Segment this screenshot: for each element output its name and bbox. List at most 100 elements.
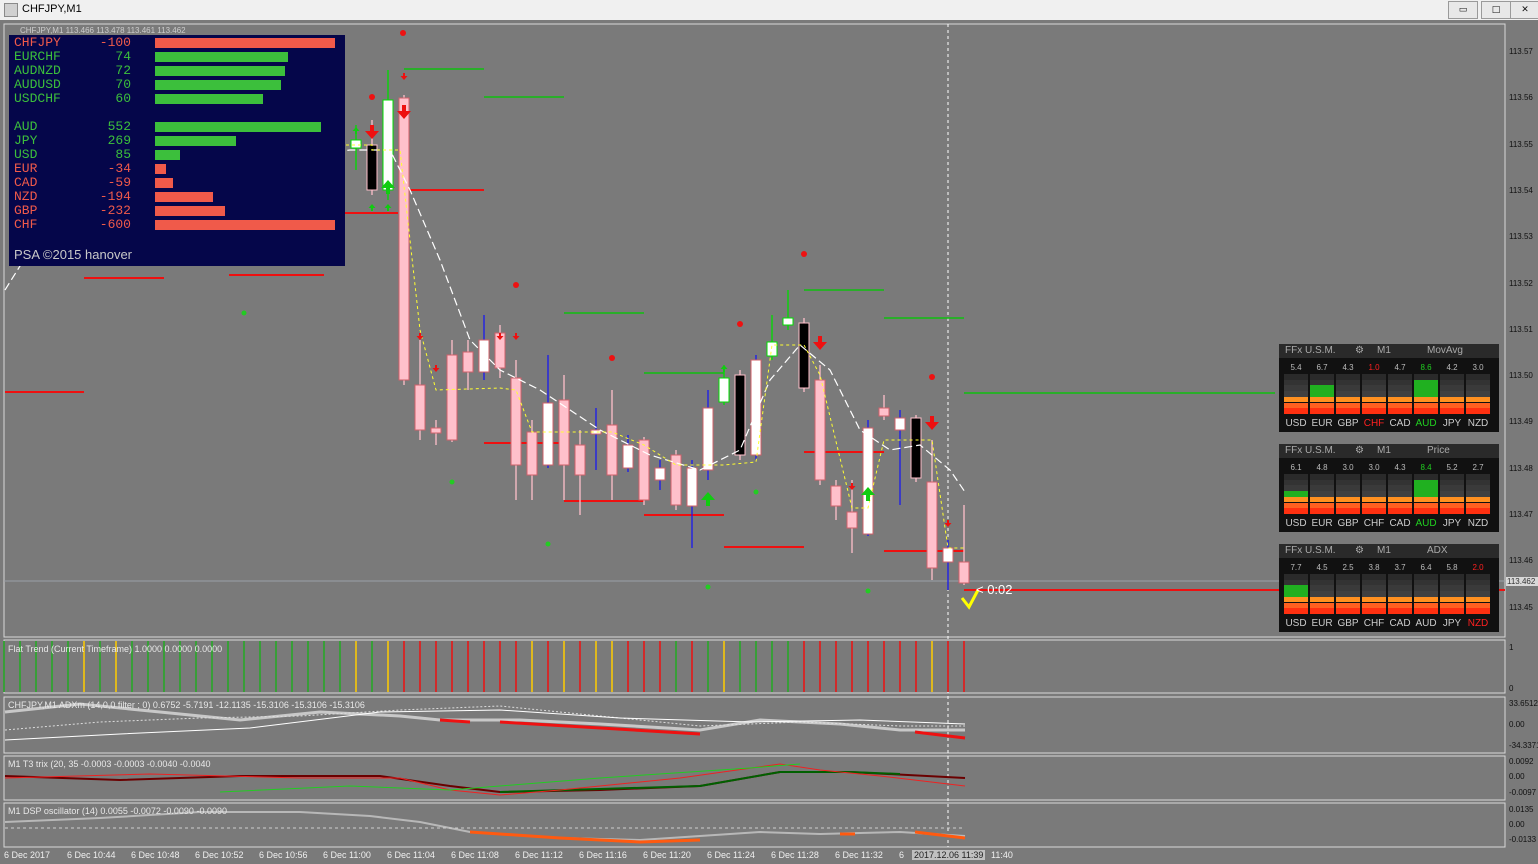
usm-mode: ADX	[1427, 545, 1448, 556]
strength-row: AUDUSD 70	[9, 78, 345, 92]
candle-body	[510, 377, 522, 466]
pane-frame-3	[3, 755, 1506, 801]
usm-panel: FFx U.S.M. ⚙ M1 Price 6.1 4.8 3.0 3.0 4.3 8.4 5.2 2…	[1279, 444, 1499, 532]
sell-arrow-icon	[512, 333, 520, 340]
time-tick: 6 Dec 10:48	[131, 850, 180, 860]
flat-trend-min: 0	[1509, 684, 1514, 693]
usm-bar	[1388, 574, 1412, 614]
strength-row: EUR -34	[9, 162, 345, 176]
usm-bar	[1284, 574, 1308, 614]
price-tick: 113.55	[1509, 139, 1533, 149]
usm-value: 8.6	[1420, 363, 1432, 372]
price-tick: 113.57	[1509, 47, 1533, 56]
usm-cell	[1310, 408, 1334, 414]
current-price-badge: 113.462	[1506, 577, 1538, 586]
time-tick: 11:40	[991, 850, 1013, 860]
usm-cell	[1466, 408, 1490, 414]
usm-panel: FFx U.S.M. ⚙ M1 MovAvg 5.4 6.7 4.3 1.0 4.7 8.6 4.2…	[1279, 344, 1499, 432]
signal-dot-red	[513, 282, 519, 288]
usm-value: 5.2	[1446, 463, 1458, 472]
usm-bar	[1336, 374, 1360, 414]
time-tick: 6 Dec 11:00	[323, 850, 371, 860]
trix-main-line	[4, 771, 966, 794]
usm-value: 6.4	[1420, 563, 1432, 572]
pane-frame-1	[3, 639, 1506, 694]
usm-cell	[1336, 408, 1360, 414]
usm-cell	[1284, 408, 1308, 414]
candle-body	[638, 439, 650, 501]
strength-symbol: GBP	[14, 203, 38, 218]
usm-bar	[1336, 474, 1360, 514]
usm-value: 1.0	[1368, 363, 1380, 372]
candle-body	[686, 467, 698, 507]
usm-timeframe: M1	[1377, 545, 1391, 556]
usm-cell	[1440, 608, 1464, 614]
time-tick: 6 Dec 11:32	[835, 850, 883, 860]
candle-body	[350, 139, 362, 149]
buy-arrow-icon	[368, 204, 376, 211]
strength-value: 74	[115, 49, 131, 64]
adx-di-line	[4, 709, 966, 741]
strength-value: 269	[107, 133, 131, 148]
strength-row: NZD -194	[9, 190, 345, 204]
trix-top: 0.0092	[1509, 757, 1534, 766]
signal-dot-red	[400, 30, 406, 36]
strength-symbol: EURCHF	[14, 49, 61, 64]
price-tick: 113.50	[1509, 371, 1533, 381]
candle-body	[446, 354, 458, 441]
settings-icon[interactable]: ⚙	[1355, 344, 1364, 358]
price-tick: 113.47	[1509, 510, 1533, 519]
time-tick: 6 Dec 11:28	[771, 850, 819, 860]
usm-currency: CAD	[1389, 518, 1411, 529]
usm-mode: Price	[1427, 445, 1450, 456]
strength-bar	[155, 136, 236, 146]
usm-value: 3.0	[1342, 463, 1354, 472]
buy-arrow-icon	[352, 127, 360, 134]
price-tick: 113.54	[1509, 185, 1533, 195]
strength-row: CHFJPY -100	[9, 36, 345, 50]
usm-currency: AUD	[1415, 418, 1437, 429]
sell-arrow-icon	[925, 416, 939, 430]
candle-body	[926, 481, 938, 569]
candle-body	[654, 467, 666, 481]
strength-row: USDCHF 60	[9, 92, 345, 106]
usm-value: 4.3	[1394, 463, 1406, 472]
usm-cell	[1362, 608, 1386, 614]
usm-currency: USD	[1285, 618, 1307, 629]
usm-currency: NZD	[1467, 518, 1489, 529]
usm-cell	[1336, 608, 1360, 614]
strength-value: -34	[107, 161, 131, 176]
strength-bar	[155, 80, 281, 90]
signal-dot-green	[241, 310, 247, 316]
usm-cell	[1466, 508, 1490, 514]
strength-value: -100	[99, 35, 131, 50]
usm-currency: AUD	[1415, 618, 1437, 629]
settings-icon[interactable]: ⚙	[1355, 444, 1364, 458]
usm-value: 4.3	[1342, 363, 1354, 372]
usm-value: 3.0	[1368, 463, 1380, 472]
usm-cell	[1388, 408, 1412, 414]
usm-bar	[1310, 574, 1334, 614]
trix-bot: -0.0097	[1509, 788, 1537, 797]
usm-bar	[1362, 474, 1386, 514]
signal-dot-green	[705, 584, 711, 590]
time-tick: 6 Dec 2017	[4, 850, 51, 860]
strength-footer: PSA ©2015 hanover	[14, 247, 132, 262]
time-tick: 6 Dec 11:16	[579, 850, 627, 860]
usm-cell	[1388, 508, 1412, 514]
usm-cell	[1388, 608, 1412, 614]
usm-value: 5.4	[1290, 363, 1302, 372]
usm-currency: CAD	[1389, 418, 1411, 429]
usm-bar	[1466, 374, 1490, 414]
time-tick: 2017.12.06 11:39	[912, 850, 986, 860]
settings-icon[interactable]: ⚙	[1355, 544, 1364, 558]
strength-value: -232	[99, 203, 131, 218]
price-tick: 113.45	[1509, 602, 1533, 612]
trix-mid: 0.00	[1509, 772, 1525, 781]
candle-body	[366, 144, 378, 191]
chart-header: CHFJPY,M1 113.466 113.478 113.461 113.46…	[20, 26, 186, 35]
adx-mid: 0.00	[1509, 720, 1525, 729]
usm-value: 4.7	[1394, 363, 1406, 372]
signal-dot-green	[753, 489, 759, 495]
usm-bar	[1310, 474, 1334, 514]
